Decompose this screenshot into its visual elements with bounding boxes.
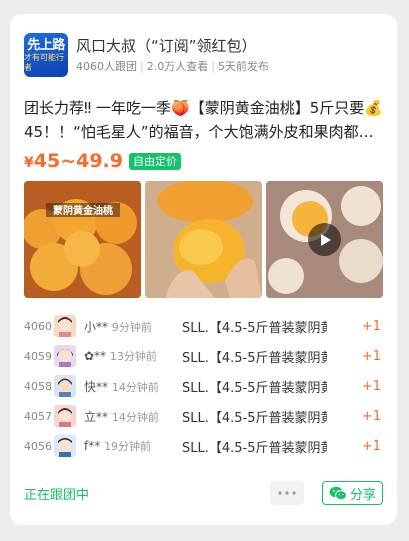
post-meta: 4060人跟团 | 2.0万人查看 | 5天前发布	[76, 60, 269, 74]
product-images: 蒙阴黄金油桃	[24, 181, 383, 298]
order-quantity: +1	[361, 378, 381, 394]
more-button[interactable]	[269, 481, 304, 505]
image1-caption: 蒙阴黄金油桃	[53, 204, 113, 217]
order-quantity: +1	[361, 348, 381, 364]
price: ¥45~49.9	[24, 150, 123, 172]
group-buy-card[interactable]: 先上路 才有可能行者 风口大叔（“订阅”领红包） 4060人跟团 | 2.0万人查看…	[10, 14, 397, 525]
follower-count: 4060人跟团	[76, 60, 137, 73]
buyer-avatar	[54, 315, 76, 337]
order-time: 9分钟前	[111, 320, 152, 334]
buyer-info: 快** 14分钟前	[84, 378, 182, 395]
price-symbol: ¥	[24, 155, 34, 171]
poster-name[interactable]: 风口大叔（“订阅”领红包）	[76, 36, 269, 56]
order-product: SLL.【4.5-5斤普装蒙阴黄金油桃】	[182, 350, 327, 366]
order-product: SLL.【4.5-5斤普装蒙阴黄金油桃】	[182, 380, 327, 396]
card-footer: 正在跟团中 分享	[24, 480, 383, 506]
buyer-name: ✿**	[84, 349, 107, 363]
order-product: SLL.【4.5-5斤普装蒙阴黄金油桃】	[182, 410, 327, 426]
buyer-info: ✿** 13分钟前	[84, 348, 182, 364]
order-row[interactable]: 4056 f** 19分钟前 SLL.【4.5-5斤普装蒙阴黄金油桃】 +1	[24, 431, 383, 461]
order-row[interactable]: 4058 快** 14分钟前 SLL.【4.5-5斤普装蒙阴黄金油桃】 +1	[24, 371, 383, 401]
logo-line2: 才有可能行者	[24, 52, 64, 72]
meta-divider: |	[140, 60, 144, 73]
play-button[interactable]	[308, 223, 341, 256]
order-quantity: +1	[361, 438, 381, 454]
order-number: 4057	[24, 409, 52, 423]
more-dots-icon	[278, 491, 296, 495]
order-time: 14分钟前	[111, 380, 159, 394]
logo-line1: 先上路	[27, 37, 65, 53]
group-status: 正在跟团中	[24, 487, 90, 503]
order-row[interactable]: 4059 ✿** 13分钟前 SLL.【4.5-5斤普装蒙阴黄金油桃】 +1	[24, 341, 383, 371]
buyer-info: f** 19分钟前	[84, 438, 182, 454]
wechat-icon	[329, 486, 347, 500]
price-row: ¥45~49.9 自由定价	[24, 148, 383, 174]
buyer-name: 快**	[84, 379, 109, 394]
price-range: 45~49.9	[33, 150, 123, 172]
order-number: 4059	[24, 349, 52, 363]
share-label: 分享	[349, 487, 376, 503]
order-time: 14分钟前	[111, 410, 159, 424]
buyer-avatar	[54, 375, 76, 397]
product-image-2[interactable]	[145, 181, 262, 298]
order-number: 4056	[24, 439, 52, 453]
buyer-info: 立** 14分钟前	[84, 408, 182, 425]
meta-divider: |	[211, 60, 215, 73]
product-image-1[interactable]: 蒙阴黄金油桃	[24, 181, 141, 298]
order-quantity: +1	[361, 318, 381, 334]
view-count: 2.0万人查看	[146, 60, 209, 73]
order-list: 4060 小** 9分钟前 SLL.【4.5-5斤普装蒙阴黄金油桃】 +1 40…	[24, 311, 383, 461]
buyer-name: f**	[84, 439, 101, 453]
order-number: 4060	[24, 319, 52, 333]
post-description[interactable]: 团长力荐‼ 一年吃一季🍑【蒙阴黄金油桃】5斤只要💰45！！“怕毛星人”的福音，个…	[24, 96, 383, 144]
buyer-avatar	[54, 345, 76, 367]
card-header: 先上路 才有可能行者 风口大叔（“订阅”领红包） 4060人跟团 | 2.0万人查看…	[24, 32, 383, 78]
buyer-info: 小** 9分钟前	[84, 318, 182, 335]
poster-avatar[interactable]: 先上路 才有可能行者	[24, 33, 68, 77]
order-product: SLL.【4.5-5斤普装蒙阴黄金油桃】	[182, 440, 327, 456]
product-video-thumbnail[interactable]	[266, 181, 383, 298]
free-pricing-badge: 自由定价	[129, 152, 181, 170]
publish-time: 5天前发布	[217, 60, 269, 73]
order-row[interactable]: 4060 小** 9分钟前 SLL.【4.5-5斤普装蒙阴黄金油桃】 +1	[24, 311, 383, 341]
share-button[interactable]: 分享	[321, 481, 383, 505]
buyer-avatar	[54, 405, 76, 427]
order-product: SLL.【4.5-5斤普装蒙阴黄金油桃】	[182, 320, 327, 336]
peach-cut-image	[145, 181, 262, 298]
order-time: 19分钟前	[104, 440, 152, 453]
order-time: 13分钟前	[109, 350, 157, 363]
buyer-name: 小**	[84, 319, 109, 334]
buyer-avatar	[54, 435, 76, 457]
header-text: 风口大叔（“订阅”领红包） 4060人跟团 | 2.0万人查看 | 5天前发布	[76, 36, 269, 74]
order-quantity: +1	[361, 408, 381, 424]
buyer-name: 立**	[84, 409, 109, 424]
order-number: 4058	[24, 379, 52, 393]
order-row[interactable]: 4057 立** 14分钟前 SLL.【4.5-5斤普装蒙阴黄金油桃】 +1	[24, 401, 383, 431]
play-icon	[320, 233, 331, 246]
peach-basket-image: 蒙阴黄金油桃	[24, 181, 141, 298]
